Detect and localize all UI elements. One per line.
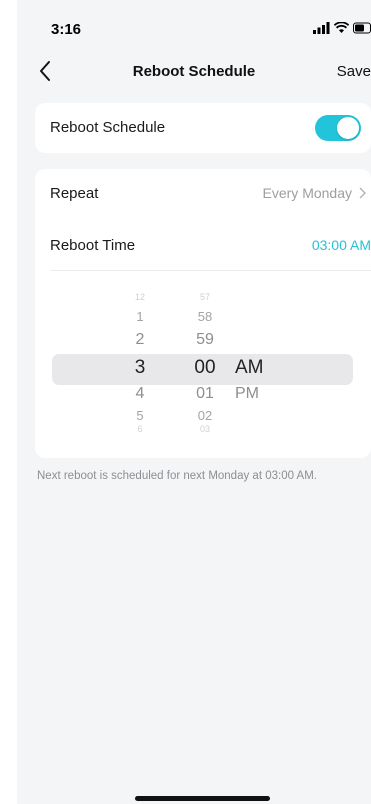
period-option[interactable]: PM xyxy=(235,385,285,403)
hour-option[interactable]: 1 xyxy=(115,309,165,324)
next-reboot-note: Next reboot is scheduled for next Monday… xyxy=(37,470,317,482)
time-picker[interactable]: 12 1 2 3 4 5 6 57 58 59 00 01 02 03 AM P… xyxy=(35,279,371,459)
status-bar: 3:16 xyxy=(17,0,371,50)
minute-option[interactable]: 59 xyxy=(180,331,230,349)
battery-icon xyxy=(353,22,371,34)
phone-screen: 3:16 Reboot Schedule Save Reboot Schedul… xyxy=(17,0,371,804)
chevron-right-icon xyxy=(359,187,366,199)
reboot-time-label: Reboot Time xyxy=(50,237,136,254)
toggle-knob xyxy=(337,117,359,139)
reboot-time-row: Reboot Time 03:00 AM xyxy=(35,225,371,269)
repeat-label: Repeat xyxy=(50,185,99,202)
minute-option[interactable]: 01 xyxy=(180,385,230,403)
repeat-row[interactable]: Repeat Every Monday xyxy=(35,169,371,219)
signal-icon xyxy=(313,22,330,34)
divider xyxy=(50,270,371,271)
home-indicator xyxy=(135,796,270,801)
minute-option[interactable]: 02 xyxy=(180,408,230,423)
minute-option[interactable]: 58 xyxy=(180,309,230,324)
hour-option[interactable]: 5 xyxy=(115,408,165,423)
status-icons xyxy=(313,20,371,36)
reboot-schedule-card: Reboot Schedule xyxy=(35,103,371,153)
repeat-value: Every Monday xyxy=(263,185,371,201)
wifi-icon xyxy=(334,22,349,33)
hour-option[interactable]: 2 xyxy=(115,331,165,349)
hour-option-selected[interactable]: 3 xyxy=(115,357,165,379)
schedule-settings-card: Repeat Every Monday Reboot Time 03:00 AM… xyxy=(35,169,371,458)
reboot-schedule-toggle[interactable] xyxy=(315,115,361,141)
reboot-time-value[interactable]: 03:00 AM xyxy=(312,237,371,253)
page-title: Reboot Schedule xyxy=(132,63,256,80)
status-time: 3:16 xyxy=(51,21,82,38)
reboot-schedule-label: Reboot Schedule xyxy=(50,119,166,136)
save-button[interactable]: Save xyxy=(337,63,371,80)
minute-option[interactable]: 57 xyxy=(180,292,230,302)
hour-option[interactable]: 4 xyxy=(115,385,165,403)
hour-option[interactable]: 6 xyxy=(115,424,165,434)
minute-option[interactable]: 03 xyxy=(180,424,230,434)
minute-option-selected[interactable]: 00 xyxy=(180,357,230,379)
hour-option[interactable]: 12 xyxy=(115,292,165,302)
navigation-bar: Reboot Schedule Save xyxy=(17,50,371,94)
period-option-selected[interactable]: AM xyxy=(235,357,285,379)
repeat-value-text: Every Monday xyxy=(262,185,352,201)
